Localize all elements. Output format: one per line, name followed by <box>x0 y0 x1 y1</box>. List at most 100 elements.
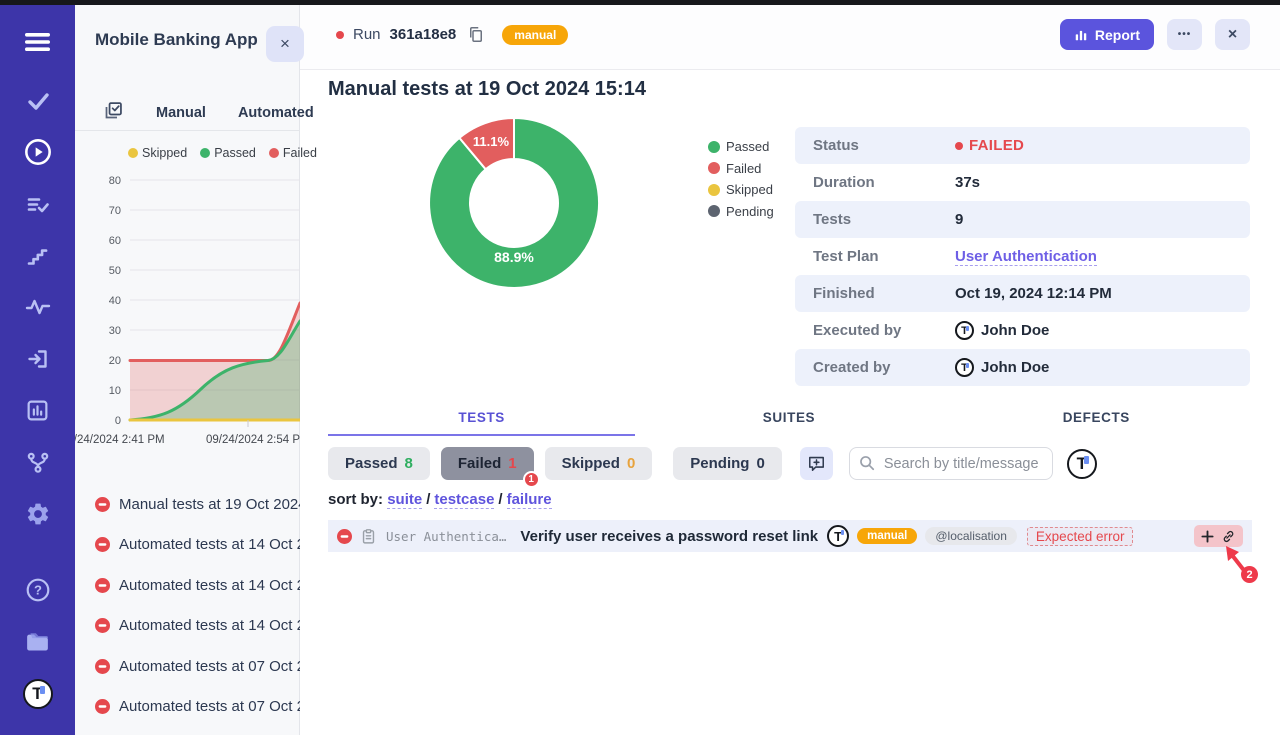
test-plan-link[interactable]: User Authentication <box>955 248 1097 266</box>
legend-failed[interactable]: Failed <box>269 146 317 160</box>
run-type-badge: manual <box>502 25 568 45</box>
search-input[interactable] <box>849 447 1053 480</box>
filter-passed-button[interactable]: Passed8 <box>328 447 430 480</box>
clipboard-icon <box>360 528 377 545</box>
settings-gear-icon[interactable] <box>0 496 75 532</box>
test-tag: @localisation <box>925 527 1017 545</box>
bar-chart-icon[interactable] <box>0 392 75 428</box>
comment-plus-icon <box>807 454 826 473</box>
copy-run-id-button[interactable] <box>467 25 485 44</box>
run-list-item[interactable]: Automated tests at 14 Oct 2 <box>75 606 300 647</box>
row-actions <box>1194 525 1243 547</box>
svg-text:10: 10 <box>109 385 121 397</box>
panel-tabs: Manual Automated <box>75 96 300 131</box>
filter-failed-button[interactable]: Failed1 1 <box>441 447 534 480</box>
test-type-badge: manual <box>857 528 917 544</box>
trend-area-chart: 80 70 60 50 40 30 20 10 0 09/24/2024 2:4… <box>75 170 300 455</box>
list-check-icon[interactable] <box>0 187 75 223</box>
user-avatar: T <box>955 358 974 377</box>
test-result-row[interactable]: User Authentica… Verify user receives a … <box>328 520 1252 552</box>
results-tabs: TESTS SUITES DEFECTS <box>328 402 1250 436</box>
run-title: Manual tests at 19 Oct 2024 15:14 <box>328 78 646 101</box>
tab-manual[interactable]: Manual <box>156 105 206 121</box>
svg-text:80: 80 <box>109 175 121 187</box>
check-icon[interactable] <box>0 83 75 119</box>
trend-chart-legend: Skipped Passed Failed <box>128 146 317 160</box>
legend-passed[interactable]: Passed <box>200 146 256 160</box>
legend-skipped[interactable]: Skipped <box>128 146 187 160</box>
legend-pending[interactable]: Pending <box>708 201 774 223</box>
failed-status-icon <box>337 529 352 544</box>
sort-by-testcase-link[interactable]: testcase <box>434 491 494 509</box>
search-icon <box>859 455 875 476</box>
donut-failed-label: 11.1% <box>473 134 510 149</box>
link-icon[interactable] <box>1221 529 1236 544</box>
user-avatar: T <box>955 321 974 340</box>
close-run-button[interactable]: × <box>1215 19 1250 50</box>
assignee-avatar: T <box>827 525 849 547</box>
tab-automated[interactable]: Automated <box>238 105 314 121</box>
detail-row-tests: Tests 9 <box>795 201 1250 238</box>
runs-list: Manual tests at 19 Oct 2024 Automated te… <box>75 484 300 727</box>
filter-pending-button[interactable]: Pending0 <box>673 447 782 480</box>
run-list-item[interactable]: Automated tests at 14 Oct 2 <box>75 565 300 606</box>
activity-icon[interactable] <box>0 289 75 325</box>
svg-text:09/24/2024 2:54 PM: 09/24/2024 2:54 PM <box>206 434 300 446</box>
run-list-item[interactable]: Automated tests at 07 Oct 2 <box>75 687 300 728</box>
detail-row-created-by: Created by TJohn Doe <box>795 349 1250 386</box>
select-runs-icon[interactable] <box>103 100 124 126</box>
detail-row-duration: Duration 37s <box>795 164 1250 201</box>
run-list-item[interactable]: Automated tests at 14 Oct 2 <box>75 525 300 566</box>
detail-row-finished: Finished Oct 19, 2024 12:14 PM <box>795 275 1250 312</box>
status-badge: FAILED <box>955 137 1024 154</box>
steps-icon[interactable] <box>0 238 75 274</box>
add-icon[interactable] <box>1201 530 1214 543</box>
donut-legend: Passed Failed Skipped Pending <box>708 136 774 222</box>
tab-defects[interactable]: DEFECTS <box>943 402 1250 436</box>
report-button[interactable]: Report <box>1060 19 1154 50</box>
user-avatar-button[interactable]: T <box>1067 449 1097 479</box>
play-circle-icon[interactable] <box>0 134 75 170</box>
menu-icon[interactable] <box>0 24 75 60</box>
app-sidebar: ? T <box>0 0 75 735</box>
sign-in-icon[interactable] <box>0 341 75 377</box>
svg-text:0: 0 <box>115 415 121 427</box>
failed-count-badge: 1 <box>523 471 540 488</box>
test-title[interactable]: Verify user receives a password reset li… <box>520 528 818 545</box>
run-status-dot <box>336 31 344 39</box>
legend-passed[interactable]: Passed <box>708 136 774 158</box>
project-title: Mobile Banking App <box>95 30 258 50</box>
run-label: Run <box>353 26 381 43</box>
search-box <box>849 447 1053 480</box>
svg-text:60: 60 <box>109 235 121 247</box>
results-donut-chart: 11.1% 88.9% <box>429 118 599 288</box>
sort-by-failure-link[interactable]: failure <box>507 491 552 509</box>
branch-icon[interactable] <box>0 444 75 480</box>
add-comment-button[interactable] <box>800 447 833 480</box>
svg-text:09/24/2024 2:41 PM: 09/24/2024 2:41 PM <box>75 434 165 446</box>
filter-skipped-button[interactable]: Skipped0 <box>545 447 653 480</box>
run-id: 361a18e8 <box>390 26 457 43</box>
svg-text:40: 40 <box>109 295 121 307</box>
run-list-item[interactable]: Automated tests at 07 Oct 2 <box>75 646 300 687</box>
report-chart-icon <box>1074 28 1088 42</box>
detail-row-status: Status FAILED <box>795 127 1250 164</box>
legend-skipped[interactable]: Skipped <box>708 179 774 201</box>
run-header: Run 361a18e8 manual Report ••• × <box>300 0 1280 70</box>
run-detail-view: Run 361a18e8 manual Report ••• × Manual … <box>300 0 1280 735</box>
run-list-item[interactable]: Manual tests at 19 Oct 2024 <box>75 484 300 525</box>
more-options-button[interactable]: ••• <box>1167 19 1202 50</box>
folder-icon[interactable] <box>0 624 75 660</box>
legend-failed[interactable]: Failed <box>708 158 774 180</box>
error-message-badge[interactable]: Expected error <box>1027 527 1134 546</box>
window-top-bar <box>0 0 1280 5</box>
tab-tests[interactable]: TESTS <box>328 402 635 436</box>
svg-text:20: 20 <box>109 355 121 367</box>
tab-suites[interactable]: SUITES <box>635 402 942 436</box>
testomat-logo-icon[interactable]: T <box>0 676 75 712</box>
panel-close-button[interactable]: × <box>266 26 304 62</box>
help-icon[interactable]: ? <box>0 572 75 608</box>
suite-name[interactable]: User Authentica… <box>386 529 506 544</box>
sort-by-suite-link[interactable]: suite <box>387 491 422 509</box>
annotation-step-badge: 2 <box>1241 566 1258 583</box>
